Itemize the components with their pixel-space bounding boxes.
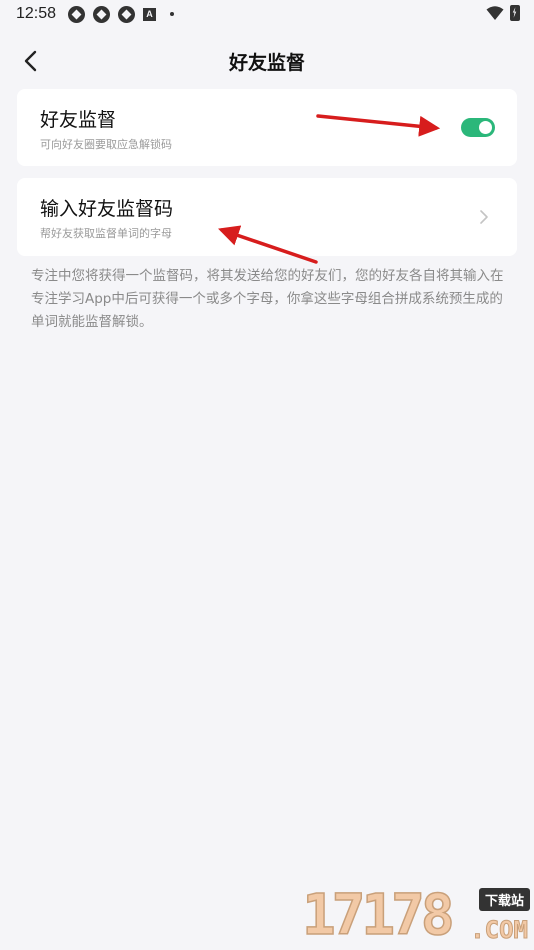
- page-title: 好友监督: [228, 51, 305, 74]
- header: 好友监督: [0, 40, 534, 82]
- pin-icon: [93, 5, 111, 23]
- watermark-logo: 17178 下载站 .COM: [301, 883, 530, 948]
- supervision-subtitle: 可向好友圈要取应急解锁码: [40, 138, 172, 151]
- enter-code-card[interactable]: 输入好友监督码 帮好友获取监督单词的字母: [17, 178, 517, 256]
- toggle-knob: [479, 121, 492, 134]
- status-time: 12:58: [16, 5, 57, 22]
- chevron-right-icon: [480, 210, 488, 224]
- enter-code-title: 输入好友监督码: [40, 198, 174, 220]
- description-text: 专注中您将获得一个监督码，将其发送给您的好友们，您的好友各自将其输入在专注学习A…: [31, 268, 504, 330]
- pin-icon: [68, 5, 86, 23]
- pin-icon: [118, 5, 136, 23]
- battery-icon: [510, 5, 520, 21]
- chevron-left-icon: [24, 50, 37, 72]
- wifi-icon: [486, 6, 504, 20]
- watermark-digits: 17178: [301, 883, 455, 948]
- watermark-tag: 下载站: [478, 888, 530, 911]
- supervision-title: 好友监督: [40, 109, 117, 131]
- back-button[interactable]: [16, 46, 46, 76]
- status-icons: A: [68, 5, 175, 23]
- enter-code-subtitle: 帮好友获取监督单词的字母: [40, 227, 172, 240]
- watermark-suffix: .COM: [470, 916, 529, 945]
- status-bar: 12:58 A: [0, 0, 534, 28]
- status-right: [486, 5, 520, 21]
- supervision-card: 好友监督 可向好友圈要取应急解锁码: [17, 89, 517, 166]
- dot-icon: [170, 12, 175, 16]
- supervision-toggle[interactable]: [461, 118, 495, 137]
- a-icon: A: [143, 7, 157, 21]
